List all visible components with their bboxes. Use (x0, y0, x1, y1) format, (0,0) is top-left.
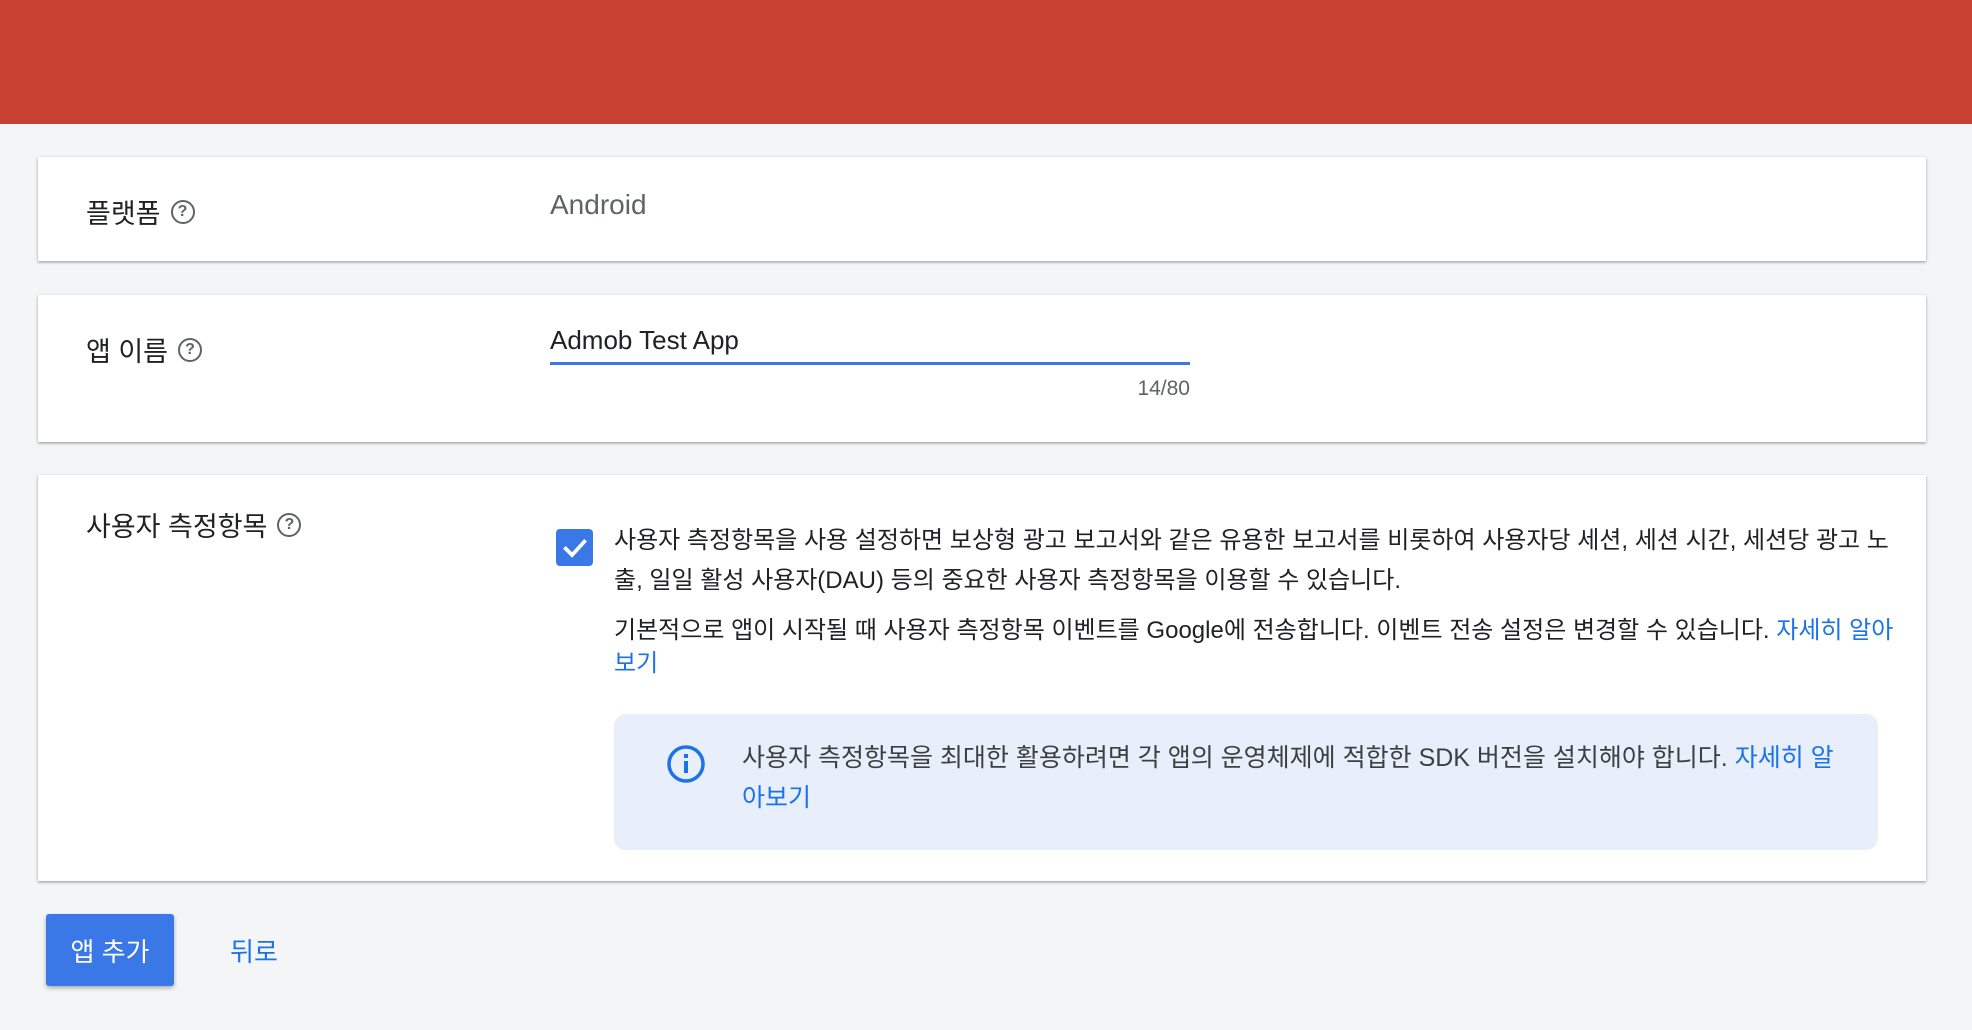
user-metrics-default-note: 기본적으로 앱이 시작될 때 사용자 측정항목 이벤트를 Google에 전송합… (614, 614, 1914, 680)
platform-label-group: 플랫폼 ? (86, 192, 195, 231)
app-name-input[interactable] (550, 319, 1190, 365)
help-circle-icon[interactable]: ? (178, 337, 203, 362)
back-button[interactable]: 뒤로 (210, 914, 298, 986)
info-icon (667, 745, 705, 783)
user-metrics-label: 사용자 측정항목 (86, 512, 268, 542)
info-text: 사용자 측정항목을 최대한 활용하려면 각 앱의 운영체제에 적합한 SDK 버… (742, 744, 1735, 772)
user-metrics-label-group: 사용자 측정항목 ? (86, 505, 302, 544)
check-icon (562, 538, 587, 558)
app-name-field-wrap: 14/80 (550, 319, 1190, 400)
user-metrics-card: 사용자 측정항목 ? 사용자 측정항목을 사용 설정하면 보상형 광고 보고서와… (38, 475, 1926, 881)
user-metrics-description: 사용자 측정항목을 사용 설정하면 보상형 광고 보고서와 같은 유용한 보고서… (614, 527, 1889, 594)
header-bar (0, 0, 1972, 124)
info-banner: 사용자 측정항목을 최대한 활용하려면 각 앱의 운영체제에 적합한 SDK 버… (614, 714, 1878, 850)
character-counter: 14/80 (1137, 377, 1190, 400)
add-app-button[interactable]: 앱 추가 (46, 914, 174, 986)
help-circle-icon[interactable]: ? (170, 199, 195, 224)
platform-card: 플랫폼 ? Android (38, 157, 1926, 261)
info-banner-text: 사용자 측정항목을 최대한 활용하려면 각 앱의 운영체제에 적합한 SDK 버… (742, 738, 1842, 818)
app-name-card: 앱 이름 ? 14/80 (38, 295, 1926, 442)
app-name-label-group: 앱 이름 ? (86, 330, 203, 369)
platform-label: 플랫폼 (86, 199, 161, 229)
platform-value: Android (550, 189, 647, 220)
default-note-text: 기본적으로 앱이 시작될 때 사용자 측정항목 이벤트를 Google에 전송합… (614, 617, 1777, 644)
user-metrics-checkbox[interactable] (556, 529, 593, 566)
help-circle-icon[interactable]: ? (277, 512, 302, 537)
app-name-label: 앱 이름 (86, 337, 169, 367)
